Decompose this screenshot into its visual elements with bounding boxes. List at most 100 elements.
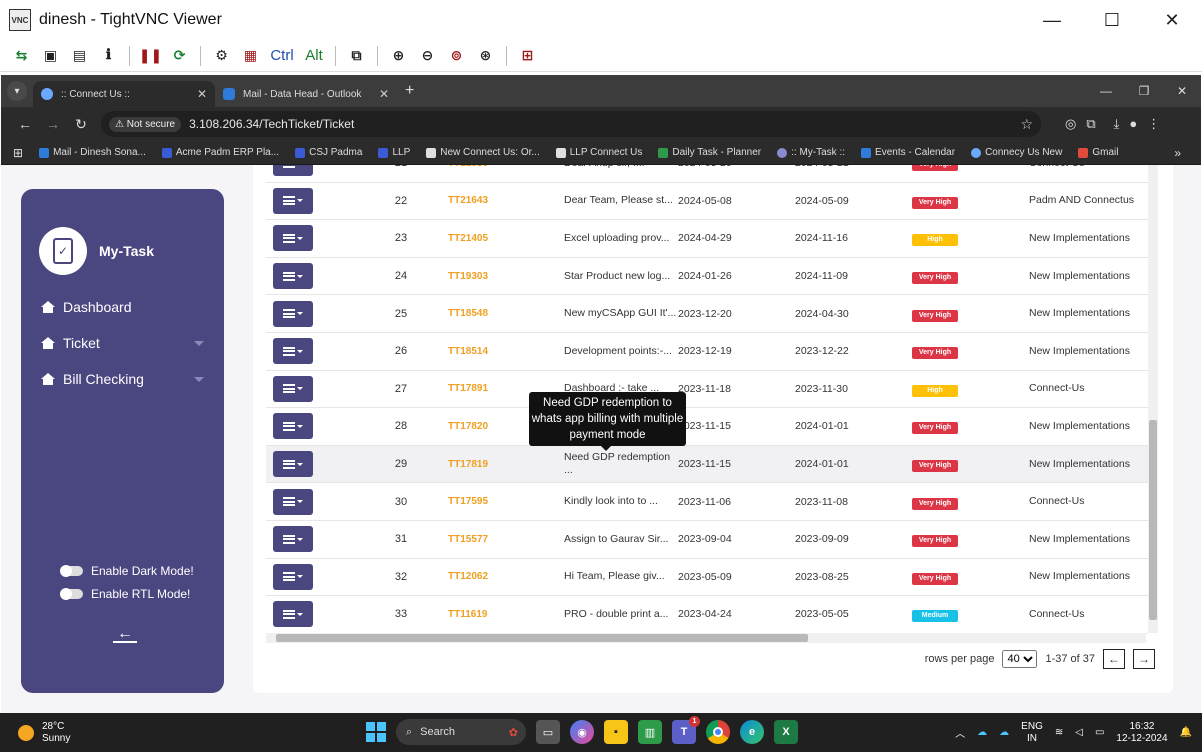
zoom-100-icon[interactable]: ⊚ — [444, 44, 469, 68]
prev-page-button[interactable]: ← — [1103, 649, 1125, 669]
weather-widget[interactable]: 28°C Sunny — [18, 721, 70, 745]
ctrl-key-icon[interactable]: Ctrl — [267, 44, 297, 68]
new-connection-icon[interactable]: ⇆ — [9, 44, 34, 68]
bookmark-item[interactable]: LLP Connect Us — [555, 147, 642, 158]
forward-icon[interactable]: → — [39, 116, 67, 132]
volume-icon[interactable]: ◁ — [1075, 727, 1083, 738]
row-action-menu-button[interactable] — [273, 187, 313, 214]
brand[interactable]: ✓ My-Task — [39, 227, 224, 275]
scrollbar-thumb[interactable] — [276, 634, 808, 642]
battery-icon[interactable]: ▭ — [1095, 727, 1104, 738]
row-action-menu-button[interactable] — [273, 225, 313, 252]
bookmark-item[interactable]: :: My-Task :: — [777, 147, 845, 158]
row-action-menu-button[interactable] — [273, 338, 313, 365]
ticket-id-link[interactable]: TT18514 — [446, 346, 562, 357]
row-action-menu-button[interactable] — [273, 375, 313, 402]
bookmark-item[interactable]: LLP — [378, 147, 410, 158]
toggle-switch-icon[interactable] — [60, 564, 83, 577]
edge-icon[interactable]: e — [740, 720, 764, 744]
pause-icon[interactable]: ❚❚ — [138, 44, 163, 68]
not-secure-badge[interactable]: ⚠ Not secure — [109, 116, 182, 132]
bookmark-item[interactable]: Acme Padm ERP Pla... — [161, 147, 279, 158]
browser-minimize-button[interactable]: — — [1087, 75, 1125, 107]
clock[interactable]: 16:32 12-12-2024 — [1116, 721, 1167, 745]
extensions-icon[interactable]: ⧉ — [1086, 116, 1095, 132]
ticket-description[interactable]: Kindly look into to ... — [562, 495, 678, 508]
zoom-out-icon[interactable]: ⊖ — [415, 44, 440, 68]
ticket-description[interactable]: Development points:-... — [562, 345, 678, 358]
task-view-icon[interactable]: ▭ — [536, 720, 560, 744]
dark-mode-toggle[interactable]: Enable Dark Mode! — [60, 559, 194, 582]
sidebar-collapse-icon[interactable]: ← — [113, 626, 137, 643]
profile-icon[interactable]: ● — [1129, 116, 1137, 132]
tab-close-icon[interactable]: ✕ — [379, 87, 389, 101]
ticket-description[interactable]: New myCSApp GUI It'... — [562, 307, 678, 320]
rtl-mode-toggle[interactable]: Enable RTL Mode! — [60, 582, 194, 605]
teams-icon[interactable]: T1 — [672, 716, 700, 744]
browser-close-button[interactable]: ✕ — [1163, 75, 1201, 107]
ticket-description[interactable]: PRO - double print a... — [562, 608, 678, 621]
close-button[interactable]: ✕ — [1142, 0, 1202, 40]
alt-key-icon[interactable]: Alt — [301, 44, 327, 68]
minimize-button[interactable]: — — [1022, 0, 1082, 40]
ticket-id-link[interactable]: TT18548 — [446, 308, 562, 319]
bookmark-star-icon[interactable]: ☆ — [1020, 116, 1033, 133]
sidebar-item-ticket[interactable]: Ticket — [21, 325, 224, 361]
ticket-description[interactable]: Dear Anup sir, I... — [562, 165, 678, 170]
fullscreen-icon[interactable]: ⊞ — [515, 44, 540, 68]
bookmark-item[interactable]: Mail - Dinesh Sona... — [39, 147, 146, 158]
bookmark-item[interactable]: Daily Task - Planner — [658, 147, 761, 158]
bookmark-item[interactable]: Events - Calendar — [861, 147, 955, 158]
copilot-icon[interactable]: ◉ — [570, 720, 594, 744]
sticky-notes-icon[interactable]: ▪ — [604, 720, 628, 744]
apps-grid-icon[interactable]: ⊞ — [13, 146, 23, 160]
onedrive-business-icon[interactable]: ☁ — [999, 727, 1009, 738]
row-action-menu-button[interactable] — [273, 413, 313, 440]
sidebar-item-dashboard[interactable]: Dashboard — [21, 289, 224, 325]
menu-kebab-icon[interactable]: ⋮ — [1147, 116, 1160, 132]
notification-bell-icon[interactable]: 🔔 — [1180, 727, 1192, 738]
bookmark-item[interactable]: CSJ Padma — [295, 147, 362, 158]
chrome-icon[interactable] — [706, 720, 730, 744]
language-indicator[interactable]: ENG IN — [1021, 721, 1043, 745]
row-action-menu-button[interactable] — [273, 563, 313, 590]
maximize-button[interactable]: ☐ — [1082, 0, 1142, 40]
ticket-description[interactable]: Dear Team, Please st... — [562, 194, 678, 207]
ticket-id-link[interactable]: TT21938 — [446, 165, 562, 169]
ticket-description[interactable]: Star Product new log... — [562, 270, 678, 283]
ticket-id-link[interactable]: TT12062 — [446, 571, 562, 582]
back-icon[interactable]: ← — [11, 116, 39, 132]
browser-restore-button[interactable]: ❐ — [1125, 75, 1163, 107]
ticket-id-link[interactable]: TT17595 — [446, 496, 562, 507]
bookmark-item[interactable]: Gmail — [1078, 147, 1118, 158]
bookmark-item[interactable]: Connecy Us New — [971, 147, 1062, 158]
next-page-button[interactable]: → — [1133, 649, 1155, 669]
windows-start-icon[interactable] — [366, 722, 386, 742]
url-input[interactable]: ⚠ Not secure 3.108.206.34/TechTicket/Tic… — [101, 111, 1041, 137]
scrollbar-thumb[interactable] — [1149, 420, 1157, 620]
wifi-icon[interactable]: ≋ — [1055, 727, 1063, 738]
ctrl-esc-icon[interactable]: ▦ — [238, 44, 263, 68]
ticket-id-link[interactable]: TT15577 — [446, 534, 562, 545]
onedrive-icon[interactable]: ☁ — [977, 727, 987, 738]
row-action-menu-button[interactable] — [273, 451, 313, 478]
planner-icon[interactable]: ▥ — [638, 720, 662, 744]
bookmark-item[interactable]: New Connect Us: Or... — [426, 147, 540, 158]
row-action-menu-button[interactable] — [273, 263, 313, 290]
options-icon[interactable]: ▤ — [67, 44, 92, 68]
taskbar-search[interactable]: ⌕ Search ✿ — [396, 719, 526, 745]
google-lens-icon[interactable]: ◎ — [1065, 116, 1076, 132]
clipboard-icon[interactable]: ⧉ — [344, 44, 369, 68]
horizontal-scrollbar[interactable] — [266, 633, 1146, 643]
vertical-scrollbar[interactable] — [1148, 165, 1158, 633]
ticket-id-link[interactable]: TT11619 — [446, 609, 562, 620]
zoom-in-icon[interactable]: ⊕ — [386, 44, 411, 68]
ticket-description[interactable]: Hi Team, Please giv... — [562, 570, 678, 583]
row-action-menu-button[interactable] — [273, 601, 313, 628]
tab-search-icon[interactable]: ▾ — [7, 81, 27, 101]
new-tab-button[interactable]: + — [405, 82, 414, 100]
excel-icon[interactable]: X — [774, 720, 798, 744]
tab-connect-us[interactable]: :: Connect Us :: ✕ — [33, 81, 215, 107]
row-action-menu-button[interactable] — [273, 300, 313, 327]
tab-outlook-mail[interactable]: Mail - Data Head - Outlook ✕ — [215, 81, 397, 107]
